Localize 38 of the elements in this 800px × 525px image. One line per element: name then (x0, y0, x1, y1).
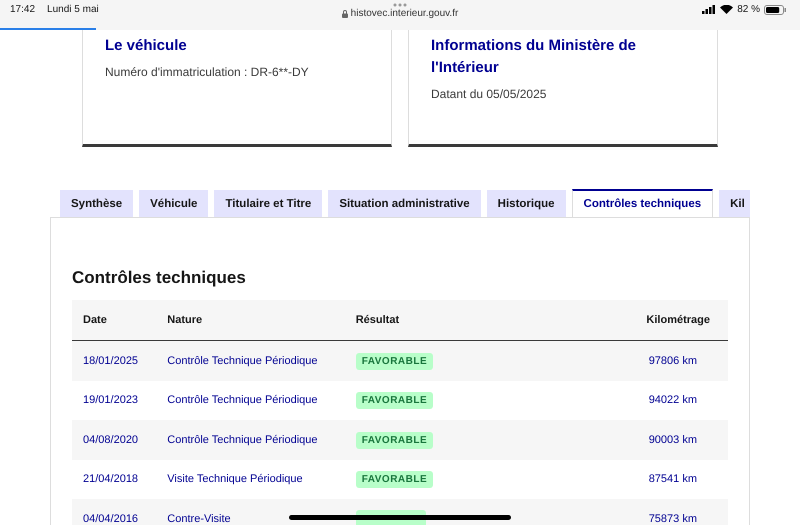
mileage-link[interactable]: 90003 km (648, 434, 697, 446)
column-header: Résultat (344, 300, 627, 340)
card-text: Numéro d'immatriculation : DR-6**-DY (105, 65, 310, 79)
mileage-link[interactable]: 94022 km (648, 394, 697, 406)
signal-icon (702, 5, 716, 14)
card-title: Le véhicule (105, 36, 188, 56)
date-link[interactable]: 21/04/2018 (83, 473, 138, 486)
tab[interactable]: Kil (719, 190, 750, 217)
result-badge: FAVORABLE (356, 471, 434, 488)
result-badge: FAVORABLE (356, 352, 434, 370)
lock-icon (342, 10, 348, 18)
tab[interactable]: Contrôles techniques (572, 189, 714, 217)
battery-percent: 82 % (737, 4, 760, 15)
more-icon[interactable] (393, 3, 407, 7)
result-badge: FAVORABLE (356, 432, 434, 449)
tab[interactable]: Synthèse (60, 190, 134, 217)
column-header: Kilométrage (626, 300, 728, 340)
status-date: Lundi 5 mai (47, 4, 99, 15)
mileage-link[interactable]: 87541 km (648, 473, 697, 486)
wifi-icon (720, 5, 734, 14)
tab[interactable]: Situation administrative (328, 190, 481, 217)
result-badge: FAVORABLE (356, 392, 434, 410)
url-text[interactable]: histovec.interieur.gouv.fr (350, 8, 458, 19)
column-header: Nature (156, 300, 345, 340)
section-title: Contrôles techniques (72, 268, 247, 288)
tab[interactable]: Historique (486, 190, 566, 217)
card-text: Datant du 05/05/2025 (431, 87, 548, 101)
mileage-link[interactable]: 97806 km (648, 354, 697, 367)
battery-icon (764, 4, 786, 14)
nature-link[interactable]: Visite Technique Périodique (167, 473, 303, 486)
tab[interactable]: Véhicule (139, 190, 208, 217)
clock-time: 17:42 (10, 4, 36, 15)
tab[interactable]: Titulaire et Titre (214, 190, 322, 217)
nature-link[interactable]: Contrôle Technique Périodique (167, 394, 318, 406)
card-title: Informations du Ministère de l'Intérieur (431, 36, 638, 78)
nature-link[interactable]: Contre-Visite (167, 512, 231, 525)
column-header: Date (72, 300, 156, 340)
date-link[interactable]: 19/01/2023 (83, 394, 138, 406)
